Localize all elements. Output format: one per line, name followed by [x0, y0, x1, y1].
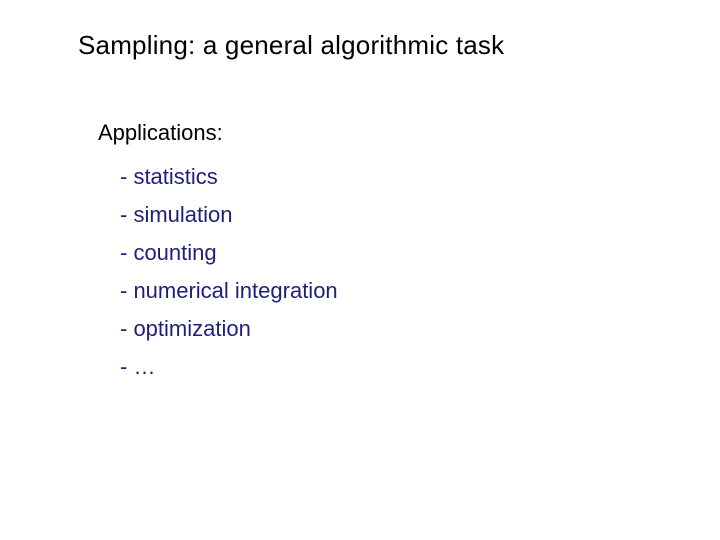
list-item: - optimization — [120, 318, 338, 340]
list-item: - counting — [120, 242, 338, 264]
list-item: - statistics — [120, 166, 338, 188]
applications-list: - statistics - simulation - counting - n… — [120, 166, 338, 394]
list-item: - … — [120, 356, 338, 378]
slide-container: Sampling: a general algorithmic task App… — [0, 0, 720, 540]
applications-heading: Applications: — [98, 120, 223, 146]
slide-title: Sampling: a general algorithmic task — [78, 30, 504, 61]
list-item: - simulation — [120, 204, 338, 226]
list-item: - numerical integration — [120, 280, 338, 302]
